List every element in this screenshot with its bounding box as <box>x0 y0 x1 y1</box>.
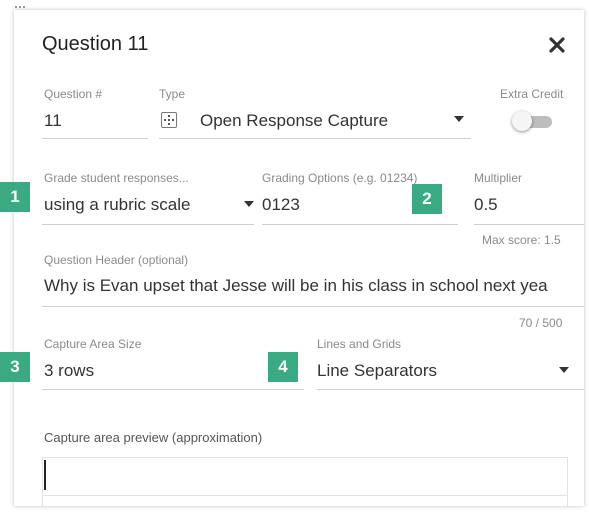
capture-area-size-underline <box>42 389 304 390</box>
callout-badge-2: 2 <box>412 184 442 214</box>
close-icon[interactable] <box>546 34 568 56</box>
preview-label: Capture area preview (approximation) <box>44 430 263 445</box>
capture-area-size-label: Capture Area Size <box>44 337 142 351</box>
type-label: Type <box>159 87 186 101</box>
lines-grids-label: Lines and Grids <box>317 337 402 351</box>
lines-grids-underline <box>317 389 584 390</box>
capture-icon <box>161 112 177 128</box>
question-number-label: Question # <box>44 87 103 101</box>
callout-badge-3: 3 <box>0 352 30 382</box>
grade-mode-underline <box>42 224 254 225</box>
question-dialog: Question 11 Question # 11 Type Open Resp… <box>14 10 584 506</box>
multiplier-underline <box>474 224 584 225</box>
multiplier-input[interactable]: 0.5 <box>474 195 498 215</box>
chevron-down-icon[interactable] <box>454 116 464 122</box>
extra-credit-label: Extra Credit <box>500 87 564 101</box>
chevron-down-icon[interactable] <box>559 367 569 373</box>
capture-area-size-input[interactable]: 3 rows <box>44 361 94 381</box>
extra-credit-toggle[interactable] <box>512 111 554 133</box>
question-header-input[interactable]: Why is Evan upset that Jesse will be in … <box>44 276 548 296</box>
grading-options-input[interactable]: 0123 <box>262 195 300 215</box>
callout-badge-1: 1 <box>0 182 30 212</box>
multiplier-label: Multiplier <box>474 171 523 185</box>
chevron-down-icon[interactable] <box>244 201 254 207</box>
type-select[interactable]: Open Response Capture <box>200 111 388 131</box>
question-number-underline <box>42 138 148 139</box>
grade-mode-label: Grade student responses... <box>44 171 189 185</box>
grading-options-label: Grading Options (e.g. 01234) <box>262 171 418 185</box>
grade-mode-select[interactable]: using a rubric scale <box>44 195 190 215</box>
character-counter: 70 / 500 <box>519 316 563 330</box>
question-header-underline <box>42 306 584 307</box>
dialog-title: Question 11 <box>42 33 149 55</box>
max-score-text: Max score: 1.5 <box>482 233 561 247</box>
callout-badge-4: 4 <box>268 352 298 382</box>
lines-grids-select[interactable]: Line Separators <box>317 361 437 381</box>
question-number-input[interactable]: 11 <box>44 111 62 131</box>
capture-area-preview <box>42 457 568 506</box>
type-underline <box>159 138 471 139</box>
question-header-label: Question Header (optional) <box>44 253 189 267</box>
grading-options-underline <box>262 224 458 225</box>
